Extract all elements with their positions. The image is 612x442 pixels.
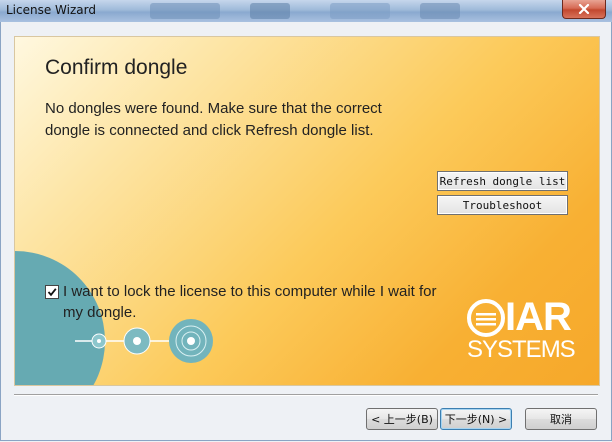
cancel-button[interactable]: 取消: [525, 408, 597, 430]
lock-license-checkbox[interactable]: [45, 285, 59, 299]
iar-systems-logo: IAR SYSTEMS: [467, 295, 589, 365]
footer-separator: [14, 394, 598, 396]
close-icon: [578, 4, 590, 14]
checkmark-icon: [47, 288, 57, 297]
iar-logo-mark-icon: [467, 299, 505, 337]
logo-text-iar: IAR: [505, 295, 572, 339]
page-title: Confirm dongle: [45, 56, 188, 79]
lock-license-label[interactable]: I want to lock the license to this compu…: [63, 281, 443, 323]
troubleshoot-button[interactable]: Troubleshoot: [437, 195, 568, 215]
next-button[interactable]: 下一步(N) >: [440, 408, 512, 430]
logo-text-systems: SYSTEMS: [467, 336, 576, 363]
status-message: No dongles were found. Make sure that th…: [45, 100, 382, 139]
back-button[interactable]: < 上一步(B): [366, 408, 438, 430]
refresh-dongle-list-button[interactable]: Refresh dongle list: [437, 171, 568, 191]
close-button[interactable]: [562, 0, 606, 19]
title-bar[interactable]: License Wizard: [0, 0, 612, 23]
disc-decoration: [75, 319, 213, 363]
wizard-content-panel: Confirm dongle No dongles were found. Ma…: [14, 36, 600, 386]
window-title: License Wizard: [6, 3, 96, 17]
